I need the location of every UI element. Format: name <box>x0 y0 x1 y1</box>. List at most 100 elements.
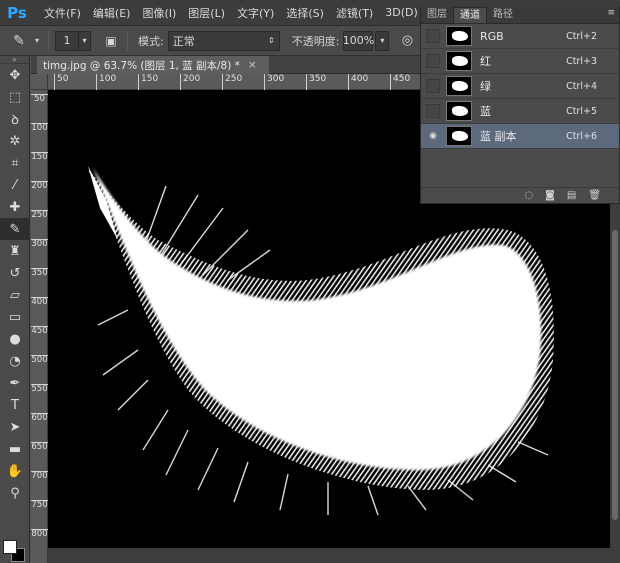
channel-row-blue-copy[interactable]: ◉ 蓝 副本 Ctrl+6 <box>421 124 619 149</box>
eye-icon[interactable]: ◉ <box>426 129 440 143</box>
photoshop-window: Ps 文件(F) 编辑(E) 图像(I) 图层(L) 文字(Y) 选择(S) 滤… <box>0 0 620 563</box>
type-icon[interactable]: T <box>0 394 30 416</box>
ruler-tick-label: 150 <box>138 74 158 90</box>
channel-shortcut: Ctrl+3 <box>566 55 597 67</box>
vertical-scroll-thumb[interactable] <box>612 230 618 520</box>
channel-row-green[interactable]: 绿 Ctrl+4 <box>421 74 619 99</box>
history-brush-icon[interactable]: ↺ <box>0 262 30 284</box>
horizontal-scrollbar[interactable] <box>48 548 620 563</box>
ruler-tick-label: 200 <box>31 181 48 191</box>
document-tab[interactable]: timg.jpg @ 63.7% (图层 1, 蓝 副本/8) * × <box>37 56 269 74</box>
channels-panel: 图层 通道 路径 ≡ RGB Ctrl+2 红 Ctrl+3 绿 Ctrl+4 … <box>420 6 620 204</box>
menu-3d[interactable]: 3D(D) <box>379 6 424 19</box>
channel-name: 蓝 副本 <box>480 130 517 143</box>
visibility-toggle[interactable] <box>426 79 440 93</box>
brush-size-dropdown-icon[interactable]: ▾ <box>79 30 91 51</box>
opacity-field[interactable]: 100% <box>343 30 374 51</box>
channel-thumbnail <box>446 51 472 71</box>
toolbar-grip[interactable]: » <box>0 56 29 64</box>
tab-paths[interactable]: 路径 <box>487 7 519 23</box>
marquee-icon[interactable]: ⬚ <box>0 86 30 108</box>
brush-preset-dropdown-icon[interactable]: ▾ <box>32 31 42 51</box>
document-tab-title: timg.jpg @ 63.7% (图层 1, 蓝 副本/8) * <box>43 59 240 72</box>
pressure-opacity-icon[interactable]: ◎ <box>397 31 417 51</box>
app-logo: Ps <box>7 3 27 22</box>
foreground-color-swatch[interactable] <box>3 540 17 554</box>
zoom-icon[interactable]: ⚲ <box>0 482 30 504</box>
ruler-tick-label: 350 <box>31 268 48 278</box>
ruler-tick-label: 50 <box>31 94 48 104</box>
brush-panel-toggle-icon[interactable]: ▣ <box>101 31 121 51</box>
menu-layer[interactable]: 图层(L) <box>182 5 231 21</box>
channel-shortcut: Ctrl+6 <box>566 130 597 142</box>
ruler-tick-label: 300 <box>264 74 284 90</box>
gradient-icon[interactable]: ▭ <box>0 306 30 328</box>
channel-shortcut: Ctrl+4 <box>566 80 597 92</box>
vertical-ruler[interactable]: 50 100 150 200 250 300 350 400 450 500 550 600 650 70… <box>31 90 48 563</box>
tab-layers[interactable]: 图层 <box>421 7 453 23</box>
tool-bar: » ✥ ⬚ ꝺ ✲ ⌗ ⁄ ✚ ✎ ♜ ↺ ▱ ▭ ● ◔ ✒ T ➤ ▬ ✋ … <box>0 56 30 563</box>
brush-preset-icon[interactable]: ✎ <box>6 31 32 51</box>
ruler-tick-label: 400 <box>31 297 48 307</box>
eraser-icon[interactable]: ▱ <box>0 284 30 306</box>
mode-label: 模式: <box>138 34 164 48</box>
ruler-tick-label: 50 <box>54 74 68 90</box>
ruler-tick-label: 400 <box>348 74 368 90</box>
panel-footer: ◌ ◙ ▤ 🗑 <box>421 187 619 203</box>
ruler-origin[interactable] <box>31 74 48 90</box>
channel-name: 红 <box>480 55 491 68</box>
channel-name: 蓝 <box>480 105 491 118</box>
load-selection-icon[interactable]: ◌ <box>524 190 533 201</box>
menu-type[interactable]: 文字(Y) <box>231 5 280 21</box>
panel-menu-icon[interactable]: ≡ <box>607 8 615 18</box>
channel-thumbnail <box>446 101 472 121</box>
options-separator <box>127 30 128 51</box>
menu-file[interactable]: 文件(F) <box>38 5 87 21</box>
healing-icon[interactable]: ✚ <box>0 196 30 218</box>
save-selection-icon[interactable]: ◙ <box>545 190 555 201</box>
channel-shortcut: Ctrl+2 <box>566 30 597 42</box>
blur-icon[interactable]: ● <box>0 328 30 350</box>
menu-image[interactable]: 图像(I) <box>136 5 182 21</box>
close-tab-icon[interactable]: × <box>248 59 257 71</box>
stamp-icon[interactable]: ♜ <box>0 240 30 262</box>
opacity-dropdown-icon[interactable]: ▾ <box>375 30 390 51</box>
eyedropper-icon[interactable]: ⁄ <box>0 174 30 196</box>
brush-size-value: 1 <box>63 34 71 47</box>
hand-icon[interactable]: ✋ <box>0 460 30 482</box>
mode-select[interactable]: 正常 ⇕ <box>167 30 280 51</box>
menu-edit[interactable]: 编辑(E) <box>87 5 137 21</box>
visibility-toggle[interactable] <box>426 104 440 118</box>
lasso-icon[interactable]: ꝺ <box>0 108 30 130</box>
tab-channels[interactable]: 通道 <box>453 7 487 23</box>
new-channel-icon[interactable]: ▤ <box>567 190 576 201</box>
brush-icon[interactable]: ✎ <box>0 218 30 240</box>
channel-thumbnail <box>446 26 472 46</box>
ruler-tick-label: 500 <box>31 355 48 365</box>
ruler-tick-label: 200 <box>180 74 200 90</box>
ruler-tick-label: 650 <box>31 442 48 452</box>
ruler-tick-label: 250 <box>31 210 48 220</box>
ruler-tick-label: 300 <box>31 239 48 249</box>
magic-wand-icon[interactable]: ✲ <box>0 130 30 152</box>
channel-row-rgb[interactable]: RGB Ctrl+2 <box>421 24 619 49</box>
move-icon[interactable]: ✥ <box>0 64 30 86</box>
ruler-tick-label: 450 <box>390 74 410 90</box>
ruler-tick-label: 450 <box>31 326 48 336</box>
visibility-toggle[interactable] <box>426 29 440 43</box>
visibility-toggle[interactable] <box>426 54 440 68</box>
opacity-label: 不透明度: <box>291 34 340 48</box>
crop-icon[interactable]: ⌗ <box>0 152 30 174</box>
ruler-tick-label: 700 <box>31 471 48 481</box>
path-select-icon[interactable]: ➤ <box>0 416 30 438</box>
shape-icon[interactable]: ▬ <box>0 438 30 460</box>
channel-row-red[interactable]: 红 Ctrl+3 <box>421 49 619 74</box>
channel-row-blue[interactable]: 蓝 Ctrl+5 <box>421 99 619 124</box>
menu-select[interactable]: 选择(S) <box>280 5 330 21</box>
pen-icon[interactable]: ✒ <box>0 372 30 394</box>
menu-filter[interactable]: 滤镜(T) <box>330 5 379 21</box>
dodge-icon[interactable]: ◔ <box>0 350 30 372</box>
brush-size-field[interactable]: 1 <box>55 30 79 51</box>
channel-name: RGB <box>480 29 504 43</box>
trash-icon[interactable]: 🗑 <box>588 190 601 201</box>
